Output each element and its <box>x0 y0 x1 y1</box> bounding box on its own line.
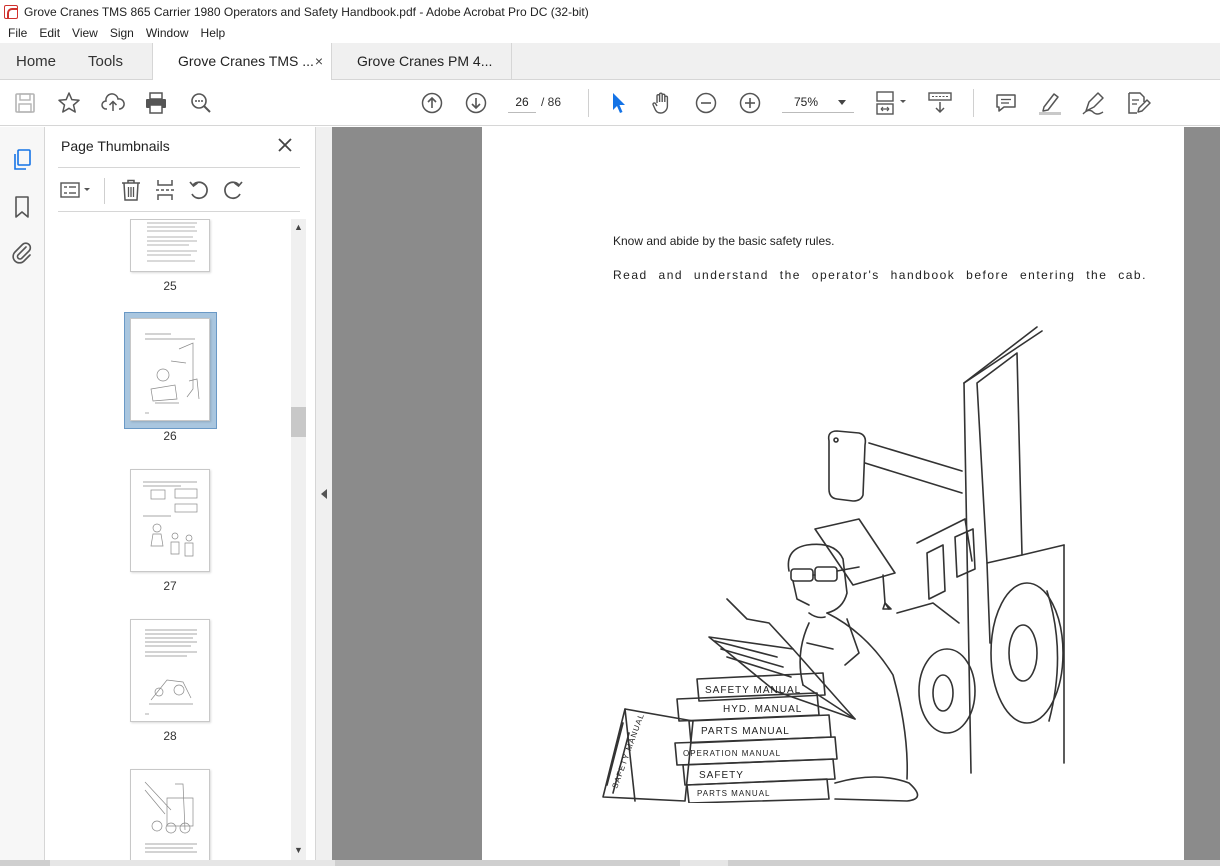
attachments-icon[interactable] <box>9 239 35 265</box>
title-bar: Grove Cranes TMS 865 Carrier 1980 Operat… <box>0 0 1220 23</box>
rotate-clockwise-icon[interactable] <box>220 177 246 203</box>
thumbnail-page-25[interactable] <box>130 219 210 272</box>
page-thumbnails-icon[interactable] <box>9 147 35 173</box>
thumbnail-options-icon[interactable] <box>59 177 93 203</box>
illustration-graduate-reading-manuals: SAFETY MANUAL HYD. MANUAL PARTS MANUAL O… <box>602 326 1065 803</box>
zoom-out-icon[interactable] <box>693 90 719 116</box>
book-label-hyd-manual: HYD. MANUAL <box>723 704 802 715</box>
menu-file[interactable]: File <box>2 26 33 40</box>
panel-tool-separator <box>104 178 105 204</box>
thumbnail-label: 25 <box>163 279 177 293</box>
thumbnail-page-29[interactable] <box>130 769 210 860</box>
menu-sign[interactable]: Sign <box>104 26 140 40</box>
page-thumbnails-panel: Page Thumbnails 25 26 27 28 ▲ ▼ <box>45 127 315 860</box>
thumbnail-label: 27 <box>163 579 177 593</box>
acrobat-app-icon <box>4 4 18 19</box>
thumbnail-page-28[interactable] <box>130 619 210 722</box>
page-text-line-1: Know and abide by the basic safety rules… <box>613 234 835 248</box>
thumbnail-scrollbar[interactable]: ▲ ▼ <box>291 219 306 860</box>
thumbnail-list: 25 26 27 28 <box>45 219 291 860</box>
chevron-down-icon <box>838 100 846 105</box>
bottom-scroll-strip <box>0 860 1220 866</box>
page-up-icon[interactable] <box>419 90 445 116</box>
scroll-down-icon[interactable]: ▼ <box>294 845 303 855</box>
select-cursor-icon[interactable] <box>605 90 631 116</box>
bookmarks-icon[interactable] <box>9 194 35 220</box>
upload-icon[interactable] <box>100 90 126 116</box>
menu-help[interactable]: Help <box>195 26 232 40</box>
zoom-in-icon[interactable] <box>737 90 763 116</box>
document-tab-label: Grove Cranes TMS ... <box>178 53 314 69</box>
menu-window[interactable]: Window <box>140 26 195 40</box>
navigation-rail <box>0 127 45 866</box>
insert-page-icon[interactable] <box>152 177 178 203</box>
page-layout-icon[interactable] <box>874 90 910 116</box>
document-view[interactable]: Know and abide by the basic safety rules… <box>332 127 1220 860</box>
book-label-safety-manual: SAFETY MANUAL <box>705 685 801 696</box>
bottom-strip-segment <box>335 860 680 866</box>
thumbnail-page-26[interactable] <box>130 318 210 421</box>
bookmark-star-icon[interactable] <box>56 90 82 116</box>
edit-pdf-icon[interactable] <box>1125 90 1151 116</box>
pdf-page: Know and abide by the basic safety rules… <box>482 127 1184 860</box>
scroll-up-icon[interactable]: ▲ <box>294 222 303 232</box>
tab-home[interactable]: Home <box>16 43 56 80</box>
page-number-input[interactable]: 26 <box>508 91 536 113</box>
book-label-parts-manual: PARTS MANUAL <box>701 726 790 737</box>
menu-bar: File Edit View Sign Window Help <box>0 23 1220 43</box>
bottom-strip-segment <box>728 860 1220 866</box>
scrollbar-thumb[interactable] <box>291 407 306 437</box>
print-icon[interactable] <box>143 90 169 116</box>
panel-title: Page Thumbnails <box>61 138 170 154</box>
zoom-value: 75% <box>794 95 819 109</box>
bottom-strip-segment <box>0 860 50 866</box>
zoom-select[interactable]: 75% <box>782 91 854 113</box>
delete-page-icon[interactable] <box>118 177 144 203</box>
toolbar-separator <box>973 89 974 117</box>
collapse-panel-icon[interactable] <box>321 489 327 499</box>
thumbnail-page-27[interactable] <box>130 469 210 572</box>
panel-divider <box>58 211 300 212</box>
highlight-icon[interactable] <box>1037 90 1063 116</box>
book-label-parts-manual-2: PARTS MANUAL <box>697 789 771 798</box>
save-icon[interactable] <box>12 90 38 116</box>
panel-divider <box>58 167 300 168</box>
main-toolbar <box>0 80 1220 126</box>
menu-view[interactable]: View <box>66 26 104 40</box>
toolbar-separator <box>588 89 589 117</box>
document-tab-active[interactable]: Grove Cranes TMS ... × <box>152 43 332 81</box>
zoom-search-icon[interactable] <box>188 90 214 116</box>
page-text-line-2: Read and understand the operator's handb… <box>613 268 1147 282</box>
tab-tools[interactable]: Tools <box>88 43 123 80</box>
document-tab-label: Grove Cranes PM 4... <box>357 53 493 69</box>
scroll-mode-icon[interactable] <box>927 90 953 116</box>
close-panel-icon[interactable] <box>275 135 295 155</box>
book-label-operation-manual: OPERATION MANUAL <box>683 749 781 758</box>
book-label-safety: SAFETY <box>699 770 744 781</box>
close-tab-icon[interactable]: × <box>315 43 323 80</box>
page-down-icon[interactable] <box>463 90 489 116</box>
thumbnail-label: 26 <box>163 429 177 443</box>
thumbnail-label: 28 <box>163 729 177 743</box>
menu-edit[interactable]: Edit <box>33 26 66 40</box>
panel-splitter[interactable] <box>315 127 332 860</box>
rotate-counterclockwise-icon[interactable] <box>186 177 212 203</box>
document-tab-inactive[interactable]: Grove Cranes PM 4... <box>332 43 512 81</box>
window-title: Grove Cranes TMS 865 Carrier 1980 Operat… <box>24 4 589 19</box>
acrobat-window: Grove Cranes TMS 865 Carrier 1980 Operat… <box>0 0 1220 866</box>
comment-icon[interactable] <box>993 90 1019 116</box>
hand-icon[interactable] <box>649 90 675 116</box>
tab-bar: Home Tools Grove Cranes TMS ... × Grove … <box>0 43 1220 81</box>
draw-icon[interactable] <box>1081 90 1107 116</box>
page-total: / 86 <box>541 95 562 109</box>
